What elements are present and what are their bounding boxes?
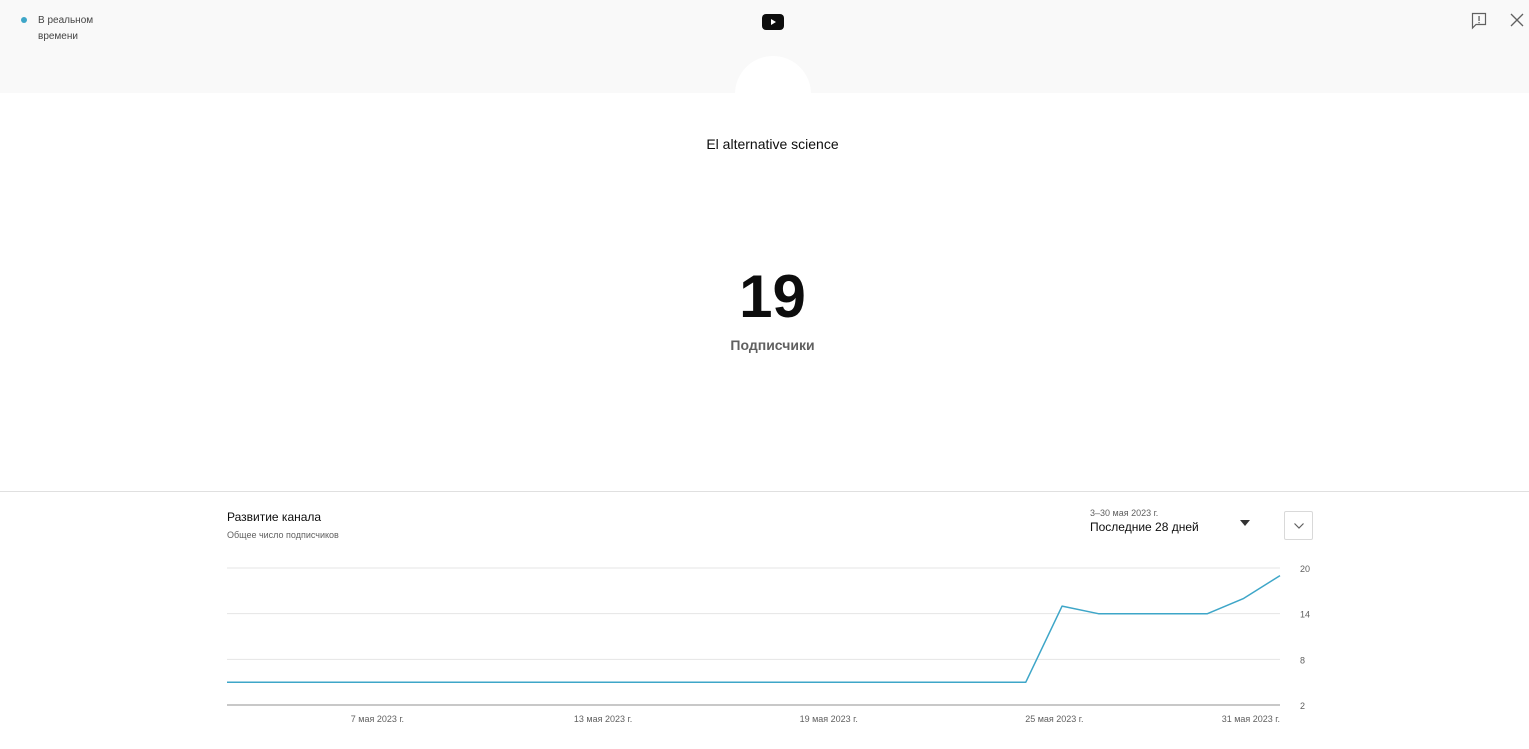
y-tick-label: 20 xyxy=(1300,564,1310,574)
y-tick-label: 14 xyxy=(1300,610,1310,620)
x-tick-label: 31 мая 2023 г. xyxy=(1222,714,1280,724)
y-tick-label: 8 xyxy=(1300,655,1305,665)
x-tick-label: 25 мая 2023 г. xyxy=(1025,714,1083,724)
y-tick-label: 2 xyxy=(1300,701,1305,711)
x-tick-label: 13 мая 2023 г. xyxy=(574,714,632,724)
x-tick-label: 19 мая 2023 г. xyxy=(800,714,858,724)
series-line xyxy=(227,574,1281,683)
subscriber-chart: 2 8 14 20 7 мая 2023 г. 13 мая 2023 г. 19 мая … xyxy=(227,564,1310,724)
x-tick-label: 7 мая 2023 г. xyxy=(351,714,404,724)
